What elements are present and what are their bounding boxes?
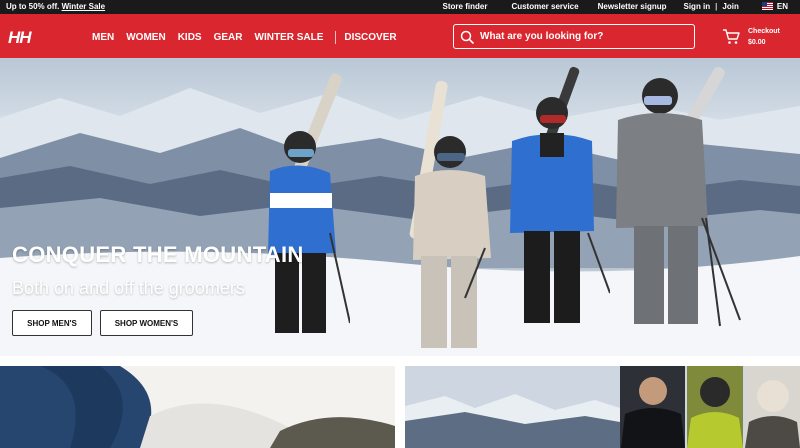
hero-title: CONQUER THE MOUNTAIN bbox=[12, 242, 304, 267]
skier-figure bbox=[409, 80, 491, 348]
shop-womens-button[interactable]: SHOP WOMEN'S bbox=[100, 310, 193, 336]
link-separator: | bbox=[715, 2, 718, 11]
main-navigation: MEN WOMEN KIDS GEAR WINTER SALE DISCOVER bbox=[92, 31, 409, 44]
cart-button[interactable]: Checkout $0.00 bbox=[722, 26, 780, 48]
search-icon bbox=[460, 30, 474, 44]
nav-women[interactable]: WOMEN bbox=[126, 32, 165, 43]
nav-divider bbox=[335, 31, 337, 44]
join-link[interactable]: Join bbox=[722, 2, 738, 11]
nav-kids[interactable]: KIDS bbox=[178, 32, 202, 43]
cart-icon bbox=[723, 29, 740, 44]
cart-summary: Checkout $0.00 bbox=[748, 26, 780, 48]
promo-tile-image bbox=[0, 366, 395, 448]
checkout-label: Checkout bbox=[748, 28, 780, 35]
customer-service-link[interactable]: Customer service bbox=[511, 2, 578, 11]
skier-figure bbox=[268, 73, 350, 333]
hero-subtitle: Both on and off the groomers bbox=[12, 278, 245, 298]
hero-banner[interactable]: CONQUER THE MOUNTAIN Both on and off the… bbox=[0, 58, 800, 356]
language-selector[interactable]: EN bbox=[761, 2, 788, 11]
winter-sale-link[interactable]: Winter Sale bbox=[62, 2, 106, 11]
promo-banner: Up to 50% off. Winter Sale bbox=[6, 2, 105, 11]
brand-logo[interactable]: HH bbox=[8, 28, 32, 48]
nav-winter-sale[interactable]: WINTER SALE bbox=[255, 32, 324, 43]
skier-figure bbox=[510, 66, 610, 323]
cart-total: $0.00 bbox=[748, 39, 766, 46]
nav-gear[interactable]: GEAR bbox=[214, 32, 243, 43]
language-label: EN bbox=[776, 2, 788, 11]
promo-text: Up to 50% off. bbox=[6, 2, 60, 11]
us-flag-icon bbox=[761, 2, 773, 10]
promo-tile-right[interactable] bbox=[405, 366, 800, 448]
skier-figure bbox=[616, 66, 741, 327]
search-input[interactable] bbox=[480, 31, 685, 42]
shop-mens-button[interactable]: SHOP MEN'S bbox=[12, 310, 92, 336]
nav-discover[interactable]: DISCOVER bbox=[344, 32, 396, 43]
promo-tile-image bbox=[405, 366, 800, 448]
main-header: HH MEN WOMEN KIDS GEAR WINTER SALE DISCO… bbox=[0, 14, 800, 58]
promo-tile-left[interactable] bbox=[0, 366, 395, 448]
sign-in-link[interactable]: Sign in bbox=[684, 2, 711, 11]
newsletter-signup-link[interactable]: Newsletter signup bbox=[598, 2, 667, 11]
search-bar[interactable] bbox=[453, 24, 695, 49]
utility-bar: Up to 50% off. Winter Sale Store finder … bbox=[0, 0, 800, 14]
nav-men[interactable]: MEN bbox=[92, 32, 114, 43]
store-finder-link[interactable]: Store finder bbox=[443, 2, 488, 11]
utility-links: Store finder Customer service Newsletter… bbox=[443, 2, 788, 11]
